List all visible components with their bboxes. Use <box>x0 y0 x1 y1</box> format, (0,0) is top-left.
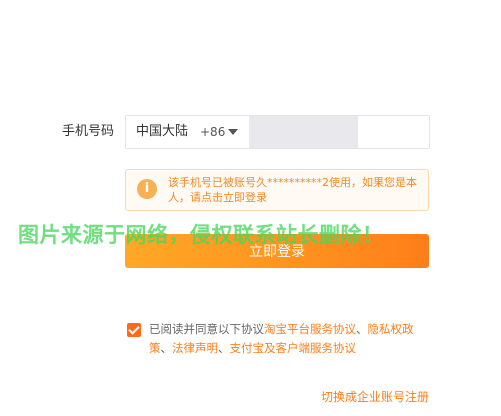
region-name: 中国大陆 <box>136 124 189 139</box>
agree-checkbox[interactable] <box>127 323 141 337</box>
region-select[interactable]: 中国大陆 +86 <box>126 116 248 148</box>
agreement-text: 已阅读并同意以下协议淘宝平台服务协议、隐私权政策、法律声明、支付宝及客户端服务协… <box>149 320 427 358</box>
notice-box: i 该手机号已被账号久**********2使用，如果您是本人，请点击立即登录 <box>125 169 429 211</box>
region-code: +86 <box>200 125 226 139</box>
agreement-link-alipay[interactable]: 支付宝及客户端服务协议 <box>230 341 357 355</box>
check-icon <box>128 323 140 335</box>
login-button[interactable]: 立即登录 <box>125 234 429 268</box>
phone-input[interactable] <box>249 116 358 148</box>
agreement-sep: 、 <box>160 341 173 355</box>
notice-text: 该手机号已被账号久**********2使用，如果您是本人，请点击立即登录 <box>168 176 417 204</box>
agreement-sep: 、 <box>356 322 368 336</box>
info-icon: i <box>137 179 157 199</box>
agreement-link-legal[interactable]: 法律声明 <box>172 341 218 355</box>
switch-enterprise-link[interactable]: 切换成企业账号注册 <box>321 388 429 405</box>
phone-row: 手机号码 中国大陆 +86 <box>62 115 432 149</box>
agreement-row: 已阅读并同意以下协议淘宝平台服务协议、隐私权政策、法律声明、支付宝及客户端服务协… <box>127 320 427 360</box>
agreement-sep: 、 <box>218 341 230 355</box>
agreement-link-platform[interactable]: 淘宝平台服务协议 <box>264 322 356 336</box>
phone-box: 中国大陆 +86 <box>125 115 430 149</box>
phone-label: 手机号码 <box>62 124 115 139</box>
agreement-prefix: 已阅读并同意以下协议 <box>149 322 264 336</box>
caret-down-icon <box>228 129 238 135</box>
